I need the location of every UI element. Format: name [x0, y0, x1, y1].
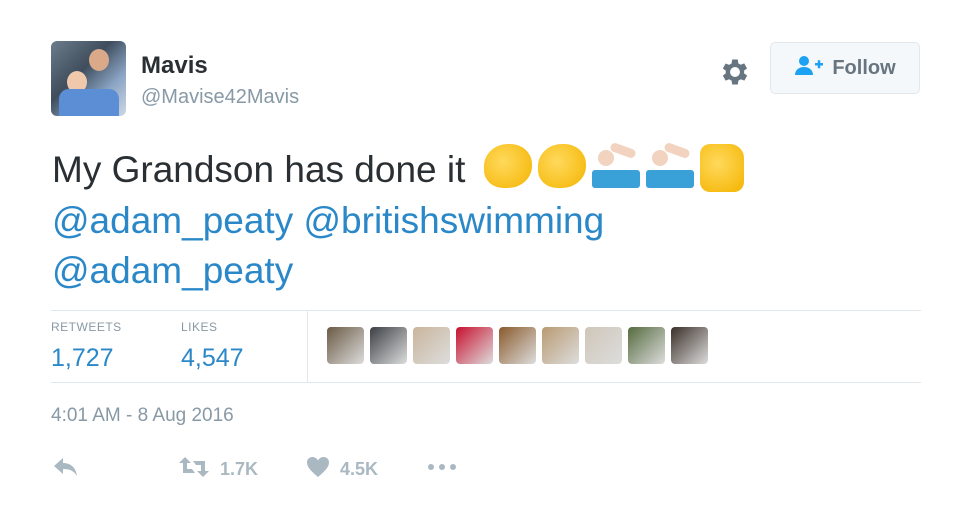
- stats-separator: [307, 310, 308, 382]
- retweet-count: 1.7K: [220, 459, 259, 479]
- tweet-text: My Grandson has done it @adam_peaty @bri…: [52, 142, 912, 296]
- author-avatar[interactable]: [51, 41, 126, 116]
- liker-avatar-9[interactable]: [671, 327, 708, 364]
- like-count: 4.5K: [340, 459, 379, 479]
- mention-link[interactable]: @adam_peaty: [52, 250, 293, 291]
- liker-avatar-7[interactable]: [585, 327, 622, 364]
- divider: [51, 310, 921, 311]
- tweet-text-line-2: @adam_peaty @britishswimming: [52, 196, 912, 246]
- retweets-label: RETWEETS: [51, 320, 122, 334]
- more-dots-icon: [426, 456, 458, 483]
- clapping-hands-icon: [483, 144, 532, 189]
- liker-avatar-1[interactable]: [327, 327, 364, 364]
- tweet-timestamp[interactable]: 4:01 AM - 8 Aug 2016: [51, 405, 234, 427]
- swimmer-icon: [591, 142, 640, 189]
- likes-count: 4,547: [181, 344, 244, 372]
- liker-avatar-4[interactable]: [456, 327, 493, 364]
- retweet-button[interactable]: 1.7K: [178, 456, 258, 483]
- retweets-count: 1,727: [51, 344, 114, 372]
- likes-stat[interactable]: LIKES 4,547: [181, 320, 244, 373]
- clapping-hands-icon: [537, 144, 586, 189]
- thumbs-up-icon: [699, 144, 744, 193]
- reply-button[interactable]: [52, 456, 80, 483]
- mention-link[interactable]: @britishswimming: [304, 200, 605, 241]
- retweets-stat[interactable]: RETWEETS 1,727: [51, 320, 122, 373]
- reply-icon: [52, 456, 80, 483]
- avatar-shirt: [59, 89, 119, 116]
- heart-icon: [306, 456, 330, 483]
- liker-avatar-8[interactable]: [628, 327, 665, 364]
- liker-avatar-2[interactable]: [370, 327, 407, 364]
- like-button[interactable]: 4.5K: [306, 456, 378, 483]
- author-name[interactable]: Mavis: [141, 52, 208, 80]
- emoji-row: [483, 142, 744, 193]
- liker-avatar-6[interactable]: [542, 327, 579, 364]
- liker-avatar-5[interactable]: [499, 327, 536, 364]
- tweet-text-line-3: @adam_peaty: [52, 246, 912, 296]
- swimmer-icon: [645, 142, 694, 189]
- more-button[interactable]: [426, 456, 458, 483]
- tweet-text-line-1: My Grandson has done it: [52, 142, 912, 196]
- likes-label: LIKES: [181, 320, 218, 334]
- divider: [51, 382, 921, 383]
- liker-avatar-3[interactable]: [413, 327, 450, 364]
- retweet-icon: [178, 456, 210, 483]
- follow-button[interactable]: Follow: [770, 42, 920, 94]
- add-user-icon: [794, 54, 824, 82]
- follow-button-label: Follow: [832, 56, 896, 79]
- author-handle[interactable]: @Mavise42Mavis: [141, 86, 299, 109]
- mention-link[interactable]: @adam_peaty: [52, 200, 293, 241]
- gear-icon[interactable]: [718, 55, 752, 89]
- tweet-message: My Grandson has done it: [52, 149, 466, 190]
- avatar-adult-face: [89, 49, 109, 71]
- likers-avatars: [327, 327, 708, 364]
